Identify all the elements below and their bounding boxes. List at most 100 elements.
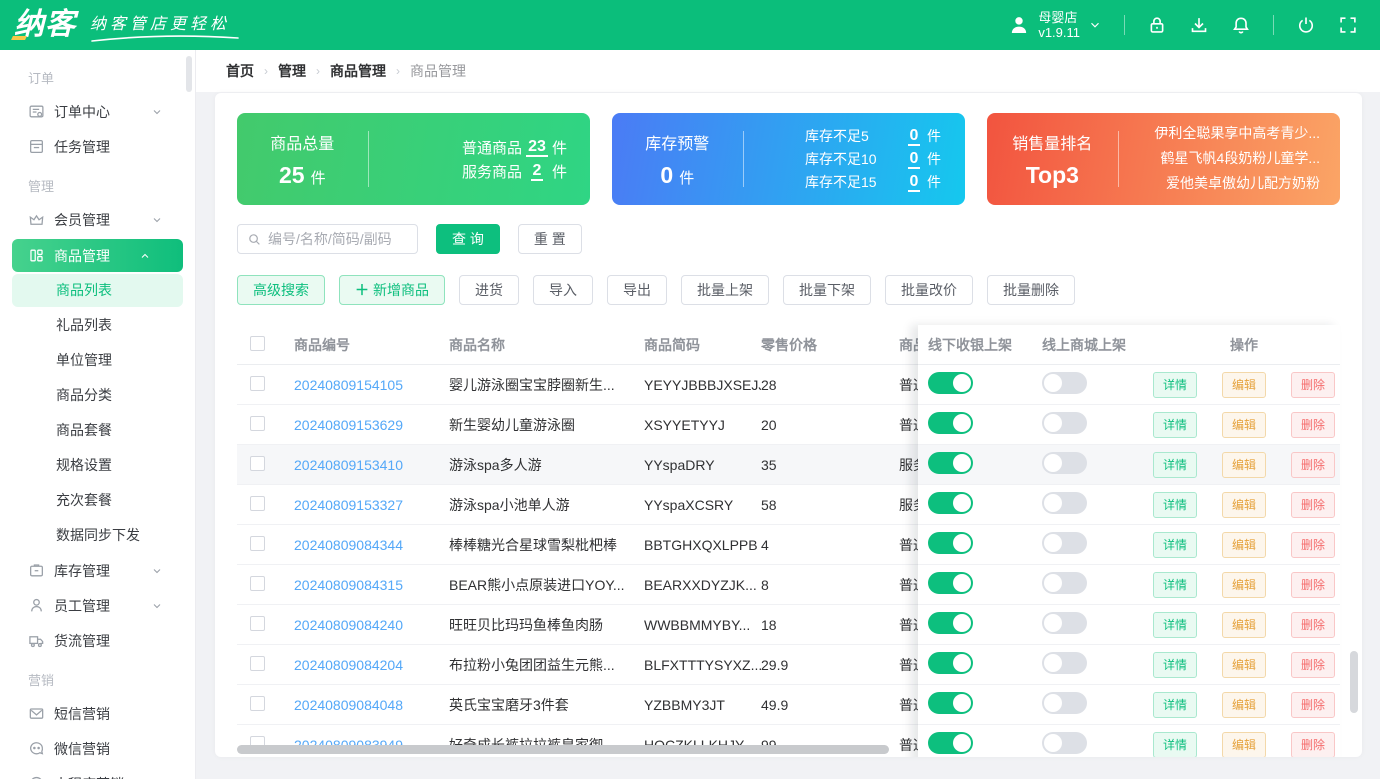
sidebar-item-logistics-manage[interactable]: 货流管理 <box>0 623 195 658</box>
row-checkbox[interactable] <box>250 615 265 631</box>
detail-button[interactable]: 详情 <box>1152 451 1197 478</box>
sidebar-item-member-manage[interactable]: 会员管理 <box>0 202 195 237</box>
delete-button[interactable]: 删除 <box>1291 411 1336 438</box>
product-id-link[interactable]: 20240809084204 <box>294 657 403 673</box>
import-button[interactable]: 导入 <box>533 275 593 305</box>
product-id-link[interactable]: 20240809084344 <box>294 537 403 553</box>
offline-shelf-toggle[interactable] <box>928 692 973 714</box>
detail-button[interactable]: 详情 <box>1152 691 1197 718</box>
sidebar-subitem-product-list[interactable]: 商品列表 <box>12 274 183 307</box>
detail-button[interactable]: 详情 <box>1152 651 1197 678</box>
row-checkbox[interactable] <box>250 495 265 511</box>
sidebar-item-miniapp-marketing[interactable]: 小程序营销 <box>0 766 195 779</box>
service-goods-count[interactable]: 2 <box>530 162 544 181</box>
low-stock-15-count[interactable]: 0 <box>907 173 921 192</box>
batch-reprice-button[interactable]: 批量改价 <box>885 275 973 305</box>
offline-shelf-toggle[interactable] <box>928 572 973 594</box>
detail-button[interactable]: 详情 <box>1152 371 1197 398</box>
offline-shelf-toggle[interactable] <box>928 612 973 634</box>
product-id-link[interactable]: 20240809154105 <box>294 377 403 393</box>
sidebar-subitem-unit-manage[interactable]: 单位管理 <box>12 344 183 377</box>
sidebar-scrollbar[interactable] <box>186 56 192 92</box>
download-icon[interactable] <box>1189 15 1209 35</box>
product-id-link[interactable]: 20240809084048 <box>294 697 403 713</box>
edit-button[interactable]: 编辑 <box>1221 531 1266 558</box>
online-shelf-toggle[interactable] <box>1042 652 1087 674</box>
sidebar-subitem-data-sync[interactable]: 数据同步下发 <box>12 519 183 552</box>
delete-button[interactable]: 删除 <box>1291 571 1336 598</box>
edit-button[interactable]: 编辑 <box>1221 371 1266 398</box>
sidebar-subitem-recharge-package[interactable]: 充次套餐 <box>12 484 183 517</box>
batch-delete-button[interactable]: 批量删除 <box>987 275 1075 305</box>
product-id-link[interactable]: 20240809084240 <box>294 617 403 633</box>
online-shelf-toggle[interactable] <box>1042 412 1087 434</box>
advanced-search-button[interactable]: 高级搜索 <box>237 275 325 305</box>
batch-on-shelf-button[interactable]: 批量上架 <box>681 275 769 305</box>
fullscreen-icon[interactable] <box>1338 15 1358 35</box>
low-stock-5-count[interactable]: 0 <box>907 127 921 146</box>
power-icon[interactable] <box>1296 15 1316 35</box>
detail-button[interactable]: 详情 <box>1152 491 1197 518</box>
sidebar-item-inventory-manage[interactable]: 库存管理 <box>0 553 195 588</box>
detail-button[interactable]: 详情 <box>1152 731 1197 757</box>
online-shelf-toggle[interactable] <box>1042 452 1087 474</box>
offline-shelf-toggle[interactable] <box>928 452 973 474</box>
breadcrumb-home[interactable]: 首页 <box>226 61 254 81</box>
online-shelf-toggle[interactable] <box>1042 572 1087 594</box>
row-checkbox[interactable] <box>250 655 265 671</box>
detail-button[interactable]: 详情 <box>1152 531 1197 558</box>
edit-button[interactable]: 编辑 <box>1221 491 1266 518</box>
offline-shelf-toggle[interactable] <box>928 492 973 514</box>
online-shelf-toggle[interactable] <box>1042 612 1087 634</box>
delete-button[interactable]: 删除 <box>1291 651 1336 678</box>
bell-icon[interactable] <box>1231 15 1251 35</box>
edit-button[interactable]: 编辑 <box>1221 651 1266 678</box>
delete-button[interactable]: 删除 <box>1291 451 1336 478</box>
sidebar-item-order-center[interactable]: 订单中心 <box>0 94 195 129</box>
normal-goods-count[interactable]: 23 <box>526 138 548 157</box>
reset-button[interactable]: 重 置 <box>517 224 582 254</box>
offline-shelf-toggle[interactable] <box>928 412 973 434</box>
delete-button[interactable]: 删除 <box>1291 611 1336 638</box>
sidebar-subitem-spec-setting[interactable]: 规格设置 <box>12 449 183 482</box>
query-button[interactable]: 查 询 <box>436 224 500 254</box>
export-button[interactable]: 导出 <box>607 275 667 305</box>
detail-button[interactable]: 详情 <box>1152 411 1197 438</box>
detail-button[interactable]: 详情 <box>1152 571 1197 598</box>
sidebar-subitem-product-package[interactable]: 商品套餐 <box>12 414 183 447</box>
add-product-button[interactable]: ＋新增商品 <box>339 275 445 305</box>
delete-button[interactable]: 删除 <box>1291 691 1336 718</box>
product-id-link[interactable]: 20240809153410 <box>294 457 403 473</box>
sidebar-item-sms-marketing[interactable]: 短信营销 <box>0 696 195 731</box>
edit-button[interactable]: 编辑 <box>1221 691 1266 718</box>
breadcrumb-product-manage[interactable]: 商品管理 <box>330 61 386 81</box>
row-checkbox[interactable] <box>250 375 265 391</box>
row-checkbox[interactable] <box>250 575 265 591</box>
sidebar-item-wechat-marketing[interactable]: 微信营销 <box>0 731 195 766</box>
offline-shelf-toggle[interactable] <box>928 532 973 554</box>
low-stock-10-count[interactable]: 0 <box>907 150 921 169</box>
offline-shelf-toggle[interactable] <box>928 652 973 674</box>
edit-button[interactable]: 编辑 <box>1221 611 1266 638</box>
horizontal-scrollbar[interactable] <box>237 745 889 754</box>
row-checkbox[interactable] <box>250 695 265 711</box>
vertical-scrollbar[interactable] <box>1350 651 1358 713</box>
edit-button[interactable]: 编辑 <box>1221 411 1266 438</box>
delete-button[interactable]: 删除 <box>1291 531 1336 558</box>
sidebar-item-product-manage[interactable]: 商品管理 <box>12 239 183 272</box>
lock-icon[interactable] <box>1147 15 1167 35</box>
row-checkbox[interactable] <box>250 455 265 471</box>
product-id-link[interactable]: 20240809084315 <box>294 577 403 593</box>
offline-shelf-toggle[interactable] <box>928 372 973 394</box>
detail-button[interactable]: 详情 <box>1152 611 1197 638</box>
online-shelf-toggle[interactable] <box>1042 532 1087 554</box>
select-all-checkbox[interactable] <box>250 335 265 351</box>
online-shelf-toggle[interactable] <box>1042 492 1087 514</box>
account-menu[interactable]: 母婴店 v1.9.11 <box>1008 10 1102 40</box>
search-input[interactable] <box>268 231 408 247</box>
breadcrumb-manage[interactable]: 管理 <box>278 61 306 81</box>
edit-button[interactable]: 编辑 <box>1221 451 1266 478</box>
sidebar-item-task-manage[interactable]: 任务管理 <box>0 129 195 164</box>
product-id-link[interactable]: 20240809153327 <box>294 497 403 513</box>
delete-button[interactable]: 删除 <box>1291 731 1336 757</box>
